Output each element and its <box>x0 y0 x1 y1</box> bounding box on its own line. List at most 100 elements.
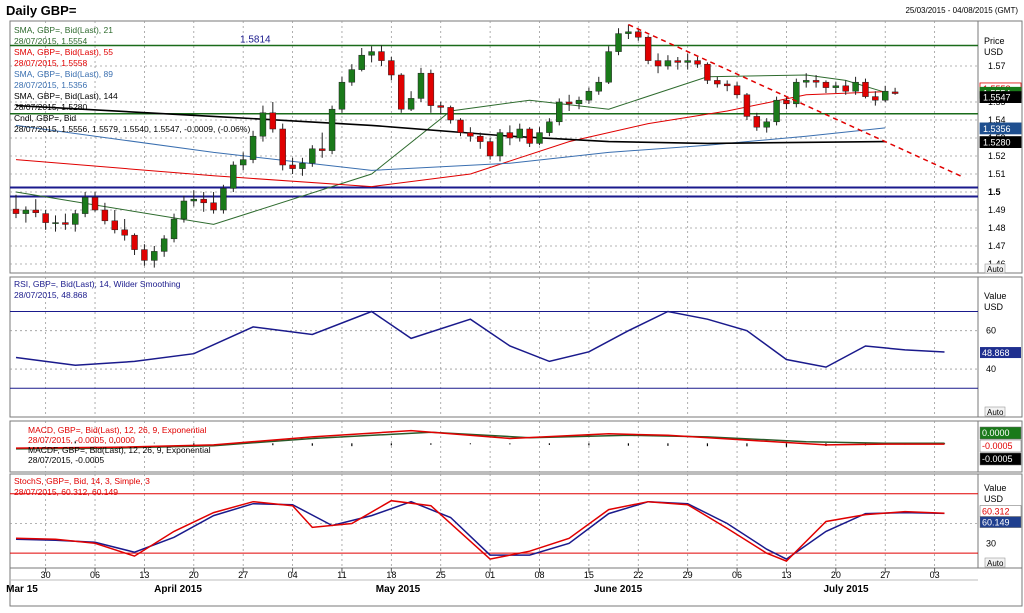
candle-body <box>891 91 899 94</box>
candle-body <box>664 60 672 67</box>
x-month-label: July 2015 <box>823 584 868 595</box>
candle-body <box>427 72 435 106</box>
y-axis-title: Value <box>984 291 1006 301</box>
legend-name: RSI, GBP=, Bid(Last), 14, Wilder Smoothi… <box>14 279 181 289</box>
candle-body <box>832 85 840 88</box>
x-tick-label: 20 <box>831 570 841 580</box>
candle-body <box>684 60 691 63</box>
legend-name: MACD, GBP=, Bid(Last), 12, 26, 9, Expone… <box>28 425 206 435</box>
x-tick-label: 30 <box>41 570 51 580</box>
candle-body <box>417 72 425 99</box>
candle-body <box>160 238 168 252</box>
y-tick-label: 1.5 <box>988 187 1001 197</box>
candle-body <box>556 101 563 123</box>
resistance-label: 1.5814 <box>240 34 271 45</box>
candle-body <box>81 197 89 214</box>
macd-value-tag-text: -0.0005 <box>982 441 1013 451</box>
candle-body <box>121 229 128 236</box>
rsi-value-tag-text: 48.868 <box>982 348 1010 358</box>
candle-body <box>309 148 316 164</box>
candle-body <box>654 60 662 67</box>
stoch-value-tag-text: 60.149 <box>982 518 1010 528</box>
candle-body <box>635 31 642 38</box>
legend-name: SMA, GBP=, Bid(Last), 55 <box>14 47 113 57</box>
candle-body <box>111 220 118 231</box>
candle-body <box>872 96 879 101</box>
candle-body <box>368 51 375 56</box>
candle-body <box>328 108 336 151</box>
candle-body <box>22 209 30 214</box>
y-axis-title: Value <box>984 483 1006 493</box>
chart: Daily GBP= 25/03/2015 - 04/08/2015 (GMT)… <box>0 0 1024 608</box>
y-axis-unit: USD <box>984 47 1004 57</box>
legend-name: SMA, GBP=, Bid(Last), 21 <box>14 25 113 35</box>
candle-body <box>536 132 543 144</box>
candle-body <box>812 80 820 83</box>
date-range: 25/03/2015 - 04/08/2015 (GMT) <box>905 6 1018 15</box>
candle-body <box>52 222 59 224</box>
candle-body <box>704 63 711 81</box>
y-axis-title: Price <box>984 36 1005 46</box>
legend-name: Cndl, GBP=, Bid <box>14 113 76 123</box>
candle-body <box>457 119 464 133</box>
legend-value: 28/07/2015, 1.5280 <box>14 102 88 112</box>
candle-body <box>644 36 652 61</box>
candle-body <box>516 128 523 139</box>
legend-name: MACDF, GBP=, Bid(Last), 12, 26, 9, Expon… <box>28 445 211 455</box>
y-tick-label: 1.57 <box>988 61 1006 71</box>
panel-frame-price <box>9 20 1023 274</box>
candle-body <box>62 222 69 225</box>
legend-value: 28/07/2015, 1.5556, 1.5579, 1.5540, 1.55… <box>14 124 250 134</box>
y-tick-label: 1.47 <box>988 241 1006 251</box>
x-month-label: Mar 15 <box>6 584 38 595</box>
legend-value: 28/07/2015, -0.0005 <box>28 455 104 465</box>
x-tick-label: 18 <box>386 570 396 580</box>
legend-value: 28/07/2015, 1.5554 <box>14 36 88 46</box>
x-tick-label: 06 <box>90 570 100 580</box>
candle-body <box>338 81 346 110</box>
candle-body <box>141 249 148 261</box>
legend-value: 28/07/2015, -0.0005, 0.0000 <box>28 435 135 445</box>
x-month-label: April 2015 <box>154 584 202 595</box>
price-value-tag-text: 1.5547 <box>983 93 1011 103</box>
x-tick-label: 06 <box>732 570 742 580</box>
y-tick-label: 30 <box>986 538 996 548</box>
candle-body <box>714 80 721 85</box>
macd-value-tag-text: 0.0000 <box>982 428 1010 438</box>
candle-body <box>398 74 405 110</box>
candle-body <box>358 54 365 70</box>
candle-body <box>12 208 20 214</box>
candle-body <box>763 121 770 128</box>
candle-body <box>32 209 39 213</box>
candle-body <box>299 162 306 169</box>
candle-body <box>170 218 178 240</box>
candle-body <box>151 251 158 261</box>
x-tick-label: 11 <box>337 570 346 580</box>
candle-body <box>378 51 385 61</box>
candle-body <box>743 94 751 117</box>
chart-svg: Daily GBP= 25/03/2015 - 04/08/2015 (GMT)… <box>6 3 1023 607</box>
candle-body <box>625 31 632 34</box>
candle-body <box>694 60 701 65</box>
candle-body <box>733 85 741 96</box>
legend-value: 28/07/2015, 48.868 <box>14 290 88 300</box>
x-tick-label: 08 <box>535 570 545 580</box>
y-axis-unit: USD <box>984 494 1004 504</box>
x-tick-label: 01 <box>485 570 495 580</box>
candle-body <box>615 33 622 52</box>
panel-frames <box>9 20 1023 607</box>
chart-title: Daily GBP= <box>6 3 77 18</box>
x-tick-label: 15 <box>584 570 594 580</box>
candle-body <box>437 105 444 108</box>
macd-value-tag-text: -0.0005 <box>982 454 1013 464</box>
x-tick-label: 13 <box>781 570 791 580</box>
candle-body <box>289 164 296 169</box>
candle-body <box>279 128 286 166</box>
legend-name: StochS, GBP=, Bid, 14, 3, Simple, 3 <box>14 476 150 486</box>
x-tick-label: 03 <box>930 570 940 580</box>
candle-body <box>318 148 326 151</box>
legend-name: SMA, GBP=, Bid(Last), 89 <box>14 69 113 79</box>
candle-body <box>269 112 277 130</box>
candle-body <box>477 135 484 142</box>
candle-body <box>526 128 533 144</box>
